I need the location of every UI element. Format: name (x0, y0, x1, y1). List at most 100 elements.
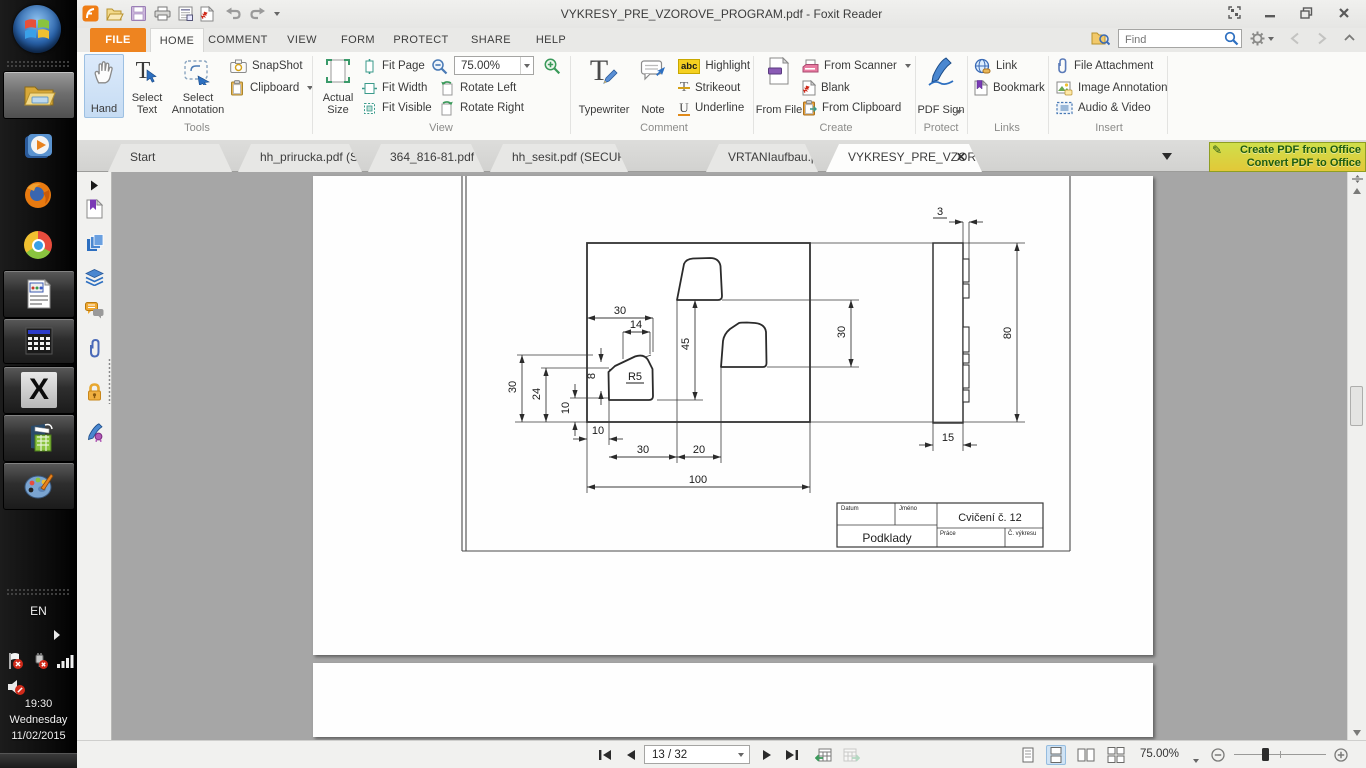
zoom-out-icon[interactable] (431, 58, 448, 75)
fit-page-button[interactable]: Fit Page (362, 57, 425, 75)
bookmarks-panel-icon[interactable] (84, 198, 105, 219)
typewriter-button[interactable]: T Typewriter (578, 54, 630, 118)
next-view-button[interactable] (841, 746, 861, 763)
minimize-button[interactable] (1260, 5, 1280, 20)
taskbar-paint-button[interactable] (3, 462, 75, 510)
statusbar-zoom-dropdown[interactable] (1193, 752, 1199, 766)
page-number-combobox[interactable]: 13 / 32 (644, 745, 750, 764)
power-plug-icon[interactable] (31, 652, 49, 670)
vertical-scrollbar[interactable] (1347, 172, 1366, 740)
security-panel-icon[interactable] (84, 381, 105, 402)
select-annotation-button[interactable]: Select Annotation (170, 54, 226, 118)
taskbar-chrome-button[interactable] (3, 222, 73, 268)
pdf-page-14-partial[interactable] (313, 663, 1153, 737)
scroll-up-arrow[interactable] (1353, 188, 1361, 194)
tab-form[interactable]: FORM (334, 28, 382, 52)
rotate-left-button[interactable]: Rotate Left (439, 79, 516, 97)
search-folder-icon[interactable] (1091, 30, 1110, 46)
split-view-handle[interactable] (1352, 174, 1363, 184)
doc-tab-vrtaniaufbau[interactable]: VRTANIaufbau.pdf (706, 144, 818, 172)
email-button[interactable] (176, 5, 194, 22)
back-arrow-icon[interactable] (1289, 32, 1302, 45)
save-button[interactable] (129, 5, 147, 22)
note-button[interactable]: Note (634, 54, 672, 118)
doc-tab-hh-sesit[interactable]: hh_sesit.pdf (SECURED) (490, 144, 628, 172)
muted-speaker-icon[interactable] (6, 678, 26, 696)
tab-file[interactable]: FILE (90, 28, 146, 52)
tab-comment[interactable]: COMMENT (206, 28, 270, 52)
image-annotation-button[interactable]: Image Annotation (1056, 79, 1168, 97)
actual-size-button[interactable]: Actual Size (318, 54, 358, 118)
forward-arrow-icon[interactable] (1315, 32, 1328, 45)
tab-share[interactable]: SHARE (464, 28, 518, 52)
signature-panel-icon[interactable] (84, 422, 105, 443)
scroll-thumb[interactable] (1350, 386, 1363, 426)
taskbar-x-app-button[interactable]: X (3, 366, 75, 414)
comments-panel-icon[interactable] (84, 300, 105, 321)
network-signal-icon[interactable] (56, 653, 74, 669)
pdf-sign-button[interactable]: PDF Sign (920, 54, 962, 118)
clock-weekday[interactable]: Wednesday (0, 714, 77, 726)
file-attachment-button[interactable]: File Attachment (1056, 57, 1153, 75)
underline-button[interactable]: U Underline (678, 99, 744, 117)
doc-tab-vykresy-active[interactable]: VYKRESY_PRE_VZOROVE... ✕ (826, 144, 982, 172)
fullscreen-button[interactable] (1224, 5, 1244, 20)
open-file-button[interactable] (105, 5, 125, 22)
clock-time[interactable]: 19:30 (0, 698, 77, 710)
undo-button[interactable] (223, 5, 243, 22)
taskbar-firefox-button[interactable] (3, 172, 73, 218)
attachments-panel-icon[interactable] (84, 338, 105, 359)
restore-button[interactable] (1296, 5, 1316, 20)
fit-width-button[interactable]: Fit Width (362, 79, 427, 97)
doc-tab-hh-prirucka[interactable]: hh_prirucka.pdf (SECUR... (238, 144, 362, 172)
from-scanner-button[interactable]: From Scanner (802, 57, 911, 75)
title-bar[interactable]: VYKRESY_PRE_VZOROVE_PROGRAM.pdf - Foxit … (77, 0, 1366, 28)
show-hidden-icons-arrow[interactable] (54, 630, 60, 640)
bookmark-button[interactable]: Bookmark (974, 79, 1045, 97)
zoom-level-combobox[interactable]: 75.00% (454, 56, 534, 75)
zoom-slider-minus[interactable] (1210, 746, 1226, 763)
taskbar-office-app-button[interactable] (3, 414, 75, 462)
language-indicator[interactable]: EN (0, 604, 77, 618)
taskbar-document-app-button[interactable] (3, 270, 75, 318)
taskbar-calculator-button[interactable] (3, 318, 75, 364)
clock-date[interactable]: 11/02/2015 (0, 730, 77, 742)
close-button[interactable] (1334, 5, 1354, 20)
zoom-combo-arrow[interactable] (520, 57, 533, 74)
tab-view[interactable]: VIEW (278, 28, 326, 52)
rotate-right-button[interactable]: Rotate Right (439, 99, 524, 117)
snapshot-button[interactable]: SnapShot (230, 57, 303, 75)
panel-splitter-grip[interactable] (108, 358, 111, 404)
doc-tab-start[interactable]: Start (108, 144, 232, 172)
zoom-slider-thumb[interactable] (1262, 748, 1269, 761)
from-file-button[interactable]: From File (760, 54, 798, 118)
single-page-view-button[interactable] (1018, 745, 1038, 765)
action-center-flag-icon[interactable] (6, 652, 24, 670)
taskbar-explorer-button[interactable] (3, 71, 75, 119)
pages-panel-icon[interactable] (84, 232, 105, 253)
collapse-ribbon-button[interactable] (1343, 33, 1356, 44)
zoom-in-icon[interactable] (543, 57, 561, 75)
hand-tool-button[interactable]: Hand (84, 54, 124, 118)
new-document-button[interactable] (198, 5, 216, 22)
print-button[interactable] (152, 5, 172, 22)
highlight-button[interactable]: abc Highlight (678, 57, 750, 75)
document-area[interactable]: DatumJménoCvičení č. 12PodkladyPráceČ. v… (112, 172, 1347, 740)
tab-help[interactable]: HELP (528, 28, 574, 52)
continuous-view-button[interactable] (1046, 745, 1066, 765)
link-button[interactable]: Link (974, 57, 1017, 75)
show-desktop-button[interactable] (0, 753, 77, 768)
clipboard-button[interactable]: Clipboard (230, 79, 313, 97)
layers-panel-icon[interactable] (84, 267, 105, 288)
previous-page-button[interactable] (623, 746, 637, 763)
doc-tab-364-816-81[interactable]: 364_816-81.pdf (368, 144, 484, 172)
foxit-logo-icon[interactable] (80, 5, 100, 22)
find-input[interactable] (1123, 31, 1221, 48)
continuous-facing-view-button[interactable] (1106, 745, 1126, 765)
start-button[interactable] (13, 5, 61, 53)
pdf-page-13[interactable]: DatumJménoCvičení č. 12PodkladyPráceČ. v… (313, 176, 1153, 655)
tab-protect[interactable]: PROTECT (390, 28, 452, 52)
select-text-button[interactable]: T Select Text (127, 54, 167, 118)
last-page-button[interactable] (783, 746, 801, 763)
create-pdf-office-badge[interactable]: ✎ Create PDF from Office Convert PDF to … (1209, 142, 1366, 172)
